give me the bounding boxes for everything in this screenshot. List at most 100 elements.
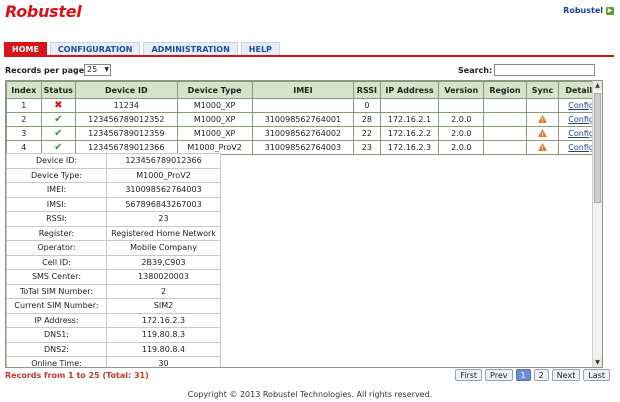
detail-key: Device ID: <box>6 153 107 169</box>
config-link[interactable]: Config <box>568 143 594 152</box>
detail-row: Cell ID: 2B39,C903 <box>6 254 221 270</box>
device-details-table: Device ID: 123456789012366 Device Type: M10… <box>6 153 221 367</box>
page-1-button[interactable]: 1 <box>515 369 531 381</box>
detail-key: Online Time: <box>6 356 107 367</box>
devices-table: Index Status Device ID Device Type IMEI … <box>6 81 602 155</box>
detail-value: 172.16.2.3 <box>106 312 221 328</box>
cell-rssi: 22 <box>353 126 381 141</box>
detail-value: 310098562764003 <box>106 182 221 198</box>
cell-status: ✖ <box>40 98 77 113</box>
detail-value: 119.80.8.3 <box>106 327 221 343</box>
detail-key: RSSI: <box>6 211 107 227</box>
cell-status: ✔ <box>40 112 77 127</box>
detail-key: IMEI: <box>6 182 107 198</box>
cell-version <box>438 98 485 113</box>
col-device-type[interactable]: Device Type <box>176 81 253 99</box>
table-row[interactable]: 1 ✖ 11234 M1000_XP 0 Config <box>6 98 602 113</box>
detail-value: 23 <box>106 211 221 227</box>
detail-row: IMEI: 310098562764003 <box>6 182 221 198</box>
scroll-up-icon[interactable]: ▲ <box>593 81 602 90</box>
scroll-down-icon[interactable]: ▼ <box>593 358 602 367</box>
col-index[interactable]: Index <box>6 81 42 99</box>
detail-value: 567896843267003 <box>106 196 221 212</box>
robustel-link-label: Robustel <box>563 6 603 15</box>
col-region[interactable]: Region <box>483 81 527 99</box>
detail-key: Cell ID: <box>6 254 107 270</box>
detail-key: DNS1: <box>6 327 107 343</box>
detail-value: Mobile Company <box>106 240 221 256</box>
col-ip-address[interactable]: IP Address <box>379 81 440 99</box>
cell-sync <box>525 98 560 113</box>
detail-value: 1380020003 <box>106 269 221 285</box>
warning-icon <box>538 114 547 123</box>
cell-ip: 172.16.2.3 <box>379 140 440 155</box>
robustel-link[interactable]: Robustel ▶ <box>563 6 614 15</box>
scroll-thumb[interactable] <box>594 93 601 203</box>
col-rssi[interactable]: RSSI <box>353 81 381 99</box>
cell-region <box>483 140 527 155</box>
records-summary: Records from 1 to 25 (Total: 31) <box>5 371 149 380</box>
detail-value: Registered Home Network <box>106 225 221 241</box>
robustel-logo: Robustel <box>5 2 82 21</box>
detail-row: IMSI: 567896843267003 <box>6 196 221 212</box>
page-2-button[interactable]: 2 <box>533 369 549 381</box>
last-page-button[interactable]: Last <box>583 369 610 381</box>
grid-scrollbar[interactable]: ▲ ▼ <box>592 81 602 367</box>
detail-row: DNS2: 119.80.8.4 <box>6 341 221 357</box>
table-row[interactable]: 2 ✔ 123456789012352 M1000_XP 31009856276… <box>6 112 602 127</box>
cell-device-type: M1000_XP <box>176 98 253 113</box>
col-device-id[interactable]: Device ID <box>75 81 178 99</box>
col-imei[interactable]: IMEI <box>251 81 355 99</box>
table-header-row: Index Status Device ID Device Type IMEI … <box>6 81 602 99</box>
cell-rssi: 28 <box>353 112 381 127</box>
detail-row: Current SIM Number: SIM2 <box>6 298 221 314</box>
cell-ip: 172.16.2.1 <box>379 112 440 127</box>
check-icon: ✔ <box>54 141 63 153</box>
col-status[interactable]: Status <box>40 81 77 99</box>
next-page-button[interactable]: Next <box>551 369 581 381</box>
detail-row: RSSI: 23 <box>6 211 221 227</box>
detail-key: IP Address: <box>6 312 107 328</box>
copyright-text: Copyright © 2013 Robustel Technologies. … <box>187 390 433 399</box>
cell-sync <box>525 126 560 141</box>
detail-value: 30 <box>106 356 221 367</box>
tab-administration[interactable]: ADMINISTRATION <box>143 42 238 55</box>
tab-help[interactable]: HELP <box>240 42 280 55</box>
detail-row: SMS Center: 1380020003 <box>6 269 221 285</box>
search-input[interactable] <box>494 64 595 76</box>
records-per-page-select[interactable]: 25 ▼ <box>84 64 111 76</box>
detail-value: 2 <box>106 283 221 299</box>
config-link[interactable]: Config <box>568 129 594 138</box>
cell-device-id: 123456789012359 <box>75 126 178 141</box>
table-row[interactable]: 3 ✔ 123456789012359 M1000_XP 31009856276… <box>6 126 602 141</box>
cell-status: ✔ <box>40 126 77 141</box>
main-nav-tabs: HOME CONFIGURATION ADMINISTRATION HELP <box>4 42 280 55</box>
detail-value: SIM2 <box>106 298 221 314</box>
config-link[interactable]: Config <box>568 101 594 110</box>
tab-underline <box>4 55 614 57</box>
detail-row: Online Time: 30 <box>6 356 221 367</box>
cell-index: 3 <box>6 126 42 141</box>
cell-index: 2 <box>6 112 42 127</box>
detail-row: Register: Registered Home Network <box>6 225 221 241</box>
prev-page-button[interactable]: Prev <box>485 369 513 381</box>
detail-value: M1000_ProV2 <box>106 167 221 183</box>
config-link[interactable]: Config <box>568 115 594 124</box>
detail-row: Operator: Mobile Company <box>6 240 221 256</box>
cell-sync <box>525 112 560 127</box>
col-version[interactable]: Version <box>438 81 485 99</box>
tab-home[interactable]: HOME <box>4 42 47 55</box>
first-page-button[interactable]: First <box>455 369 483 381</box>
cell-ip: 172.16.2.2 <box>379 126 440 141</box>
cell-device-type: M1000_XP <box>176 112 253 127</box>
check-icon: ✔ <box>54 127 63 139</box>
cell-version: 2.0.0 <box>438 126 485 141</box>
cell-region <box>483 98 527 113</box>
detail-key: DNS2: <box>6 341 107 357</box>
detail-key: SMS Center: <box>6 269 107 285</box>
warning-icon <box>538 128 547 137</box>
tab-configuration[interactable]: CONFIGURATION <box>49 42 141 55</box>
detail-row: Device Type: M1000_ProV2 <box>6 167 221 183</box>
cell-rssi: 23 <box>353 140 381 155</box>
col-sync[interactable]: Sync <box>525 81 560 99</box>
